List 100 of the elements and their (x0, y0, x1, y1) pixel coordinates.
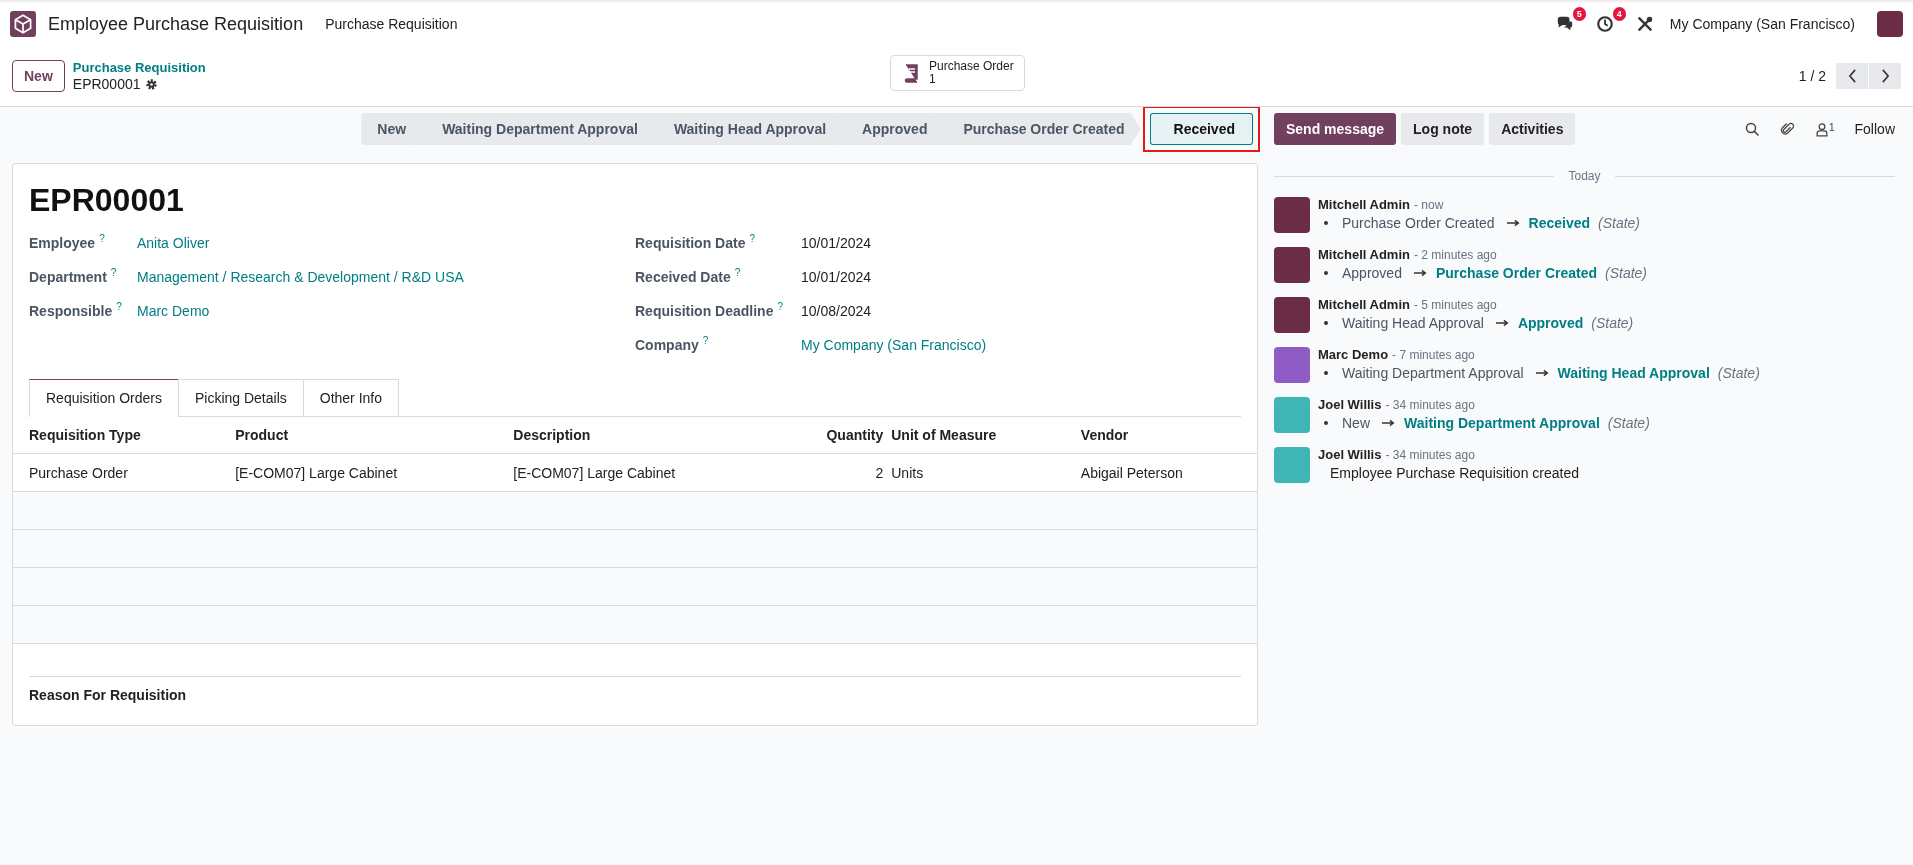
help-tooltip[interactable]: ? (116, 301, 122, 312)
arrow-icon (1495, 319, 1510, 327)
table-cell: [E-COM07] Large Cabinet (219, 453, 498, 492)
notebook-tab[interactable]: Other Info (302, 379, 400, 416)
field-name: (State) (1607, 415, 1650, 431)
field-link[interactable]: Anita Oliver (137, 234, 210, 251)
notebook-tab[interactable]: Requisition Orders (29, 379, 179, 417)
arrow-icon (1413, 269, 1428, 277)
arrow-icon (1535, 369, 1550, 377)
previous-button[interactable] (1836, 63, 1868, 89)
old-value: New (1342, 415, 1370, 431)
chevron-right-icon (1880, 69, 1890, 83)
date-text: 10/01/2024 (801, 234, 872, 251)
message-time: - 7 minutes ago (1392, 348, 1475, 362)
menu-link[interactable]: Purchase Requisition (325, 16, 458, 32)
field-name: (State) (1717, 365, 1760, 381)
date-text: 10/01/2024 (801, 268, 872, 285)
field-label: Requisition Date (635, 234, 746, 251)
log-note-button[interactable]: Log note (1401, 113, 1485, 145)
table-cell: Purchase Order (13, 453, 220, 492)
column-header[interactable]: Vendor (1064, 417, 1257, 454)
old-value: Waiting Head Approval (1342, 315, 1484, 331)
column-header[interactable]: Unit of Measure (891, 417, 1065, 454)
field-label: Employee (29, 234, 96, 251)
field-label: Department (29, 268, 107, 285)
column-header[interactable]: Requisition Type (13, 417, 220, 454)
paperclip-icon[interactable] (1779, 121, 1795, 137)
status-step[interactable]: Waiting Head Approval (643, 113, 843, 145)
field-label: Company (635, 336, 699, 353)
help-tooltip[interactable]: ? (99, 233, 105, 244)
purchase-order-smart-button[interactable]: Purchase Order 1 (890, 55, 1025, 91)
new-value: Purchase Order Created (1435, 265, 1597, 281)
clock-icon[interactable] (1595, 15, 1614, 33)
old-value: Waiting Department Approval (1342, 365, 1524, 381)
column-header[interactable]: Product (219, 417, 498, 454)
author-name[interactable]: Mitchell Admin (1318, 247, 1410, 262)
column-header[interactable]: Description (497, 417, 776, 454)
chevron-left-icon (1847, 69, 1857, 83)
field-link[interactable]: My Company (San Francisco) (801, 336, 987, 353)
help-tooltip[interactable]: ? (702, 335, 709, 346)
date-separator: Today (1568, 169, 1601, 183)
column-header[interactable]: Quantity (775, 417, 892, 454)
author-name[interactable]: Mitchell Admin (1318, 297, 1410, 312)
app-name[interactable]: Employee Purchase Requisition (48, 13, 304, 35)
bullet-icon (1324, 371, 1328, 375)
tools-icon[interactable] (1635, 15, 1654, 33)
new-value: Waiting Department Approval (1404, 415, 1600, 431)
field-label: Reason For Requisition (29, 687, 187, 703)
field-name: (State) (1591, 315, 1634, 331)
date-text: 10/08/2024 (801, 302, 872, 319)
author-name[interactable]: Marc Demo (1318, 347, 1389, 362)
new-value: Waiting Head Approval (1557, 365, 1710, 381)
new-value: Received (1528, 215, 1590, 231)
send-message-button[interactable]: Send message (1274, 113, 1397, 145)
author-name[interactable]: Mitchell Admin (1318, 197, 1410, 212)
status-step[interactable]: Received (1149, 113, 1253, 145)
message-time: - 34 minutes ago (1385, 398, 1475, 412)
status-step[interactable]: Waiting Department Approval (412, 113, 654, 145)
app-box-icon[interactable] (10, 11, 36, 37)
field-label: Received Date (635, 268, 731, 285)
field-name: (State) (1598, 215, 1641, 231)
person-icon[interactable] (1814, 121, 1829, 137)
status-step[interactable]: Purchase Order Created (933, 113, 1141, 145)
message-time: - 5 minutes ago (1413, 298, 1497, 312)
pager-value: 1 / 2 (1798, 68, 1826, 84)
help-tooltip[interactable]: ? (110, 267, 117, 278)
old-value: Purchase Order Created (1342, 215, 1495, 231)
table-cell: 2 (775, 453, 892, 492)
message-time: - 2 minutes ago (1413, 248, 1497, 262)
field-name: (State) (1605, 265, 1648, 281)
follow-button[interactable]: Follow (1854, 121, 1895, 137)
status-step[interactable]: Approved (832, 113, 944, 145)
chat-icon[interactable] (1555, 15, 1574, 33)
help-tooltip[interactable]: ? (777, 301, 784, 312)
table-cell: [E-COM07] Large Cabinet (497, 453, 776, 492)
message-text: Employee Purchase Requisition created (1330, 465, 1580, 481)
field-link[interactable]: Management / Research & Development / R&D USA (137, 268, 464, 285)
arrow-icon (1382, 419, 1396, 427)
table-cell: Abigail Peterson (1064, 453, 1257, 492)
status-step[interactable]: New (361, 113, 423, 145)
new-button[interactable]: New (12, 60, 65, 92)
author-name[interactable]: Joel Willis (1318, 397, 1382, 412)
help-tooltip[interactable]: ? (749, 233, 756, 244)
bullet-icon (1324, 271, 1328, 275)
next-button[interactable] (1869, 63, 1901, 89)
help-tooltip[interactable]: ? (734, 267, 741, 278)
bullet-icon (1324, 221, 1328, 225)
new-value: Approved (1517, 315, 1584, 331)
counter-badge: 4 (1612, 7, 1626, 21)
gear-icon[interactable] (144, 77, 158, 91)
company-switcher[interactable]: My Company (San Francisco) (1669, 16, 1855, 32)
activities-button[interactable]: Activities (1489, 113, 1576, 145)
bullet-icon (1324, 321, 1328, 325)
breadcrumb-link[interactable]: Purchase Requisition (72, 60, 206, 76)
field-label: Requisition Deadline (635, 302, 774, 319)
author-name[interactable]: Joel Willis (1318, 447, 1382, 462)
message-time: - now (1413, 198, 1444, 212)
search-icon[interactable] (1744, 121, 1760, 137)
field-link[interactable]: Marc Demo (137, 302, 210, 319)
old-value: Approved (1342, 265, 1402, 281)
